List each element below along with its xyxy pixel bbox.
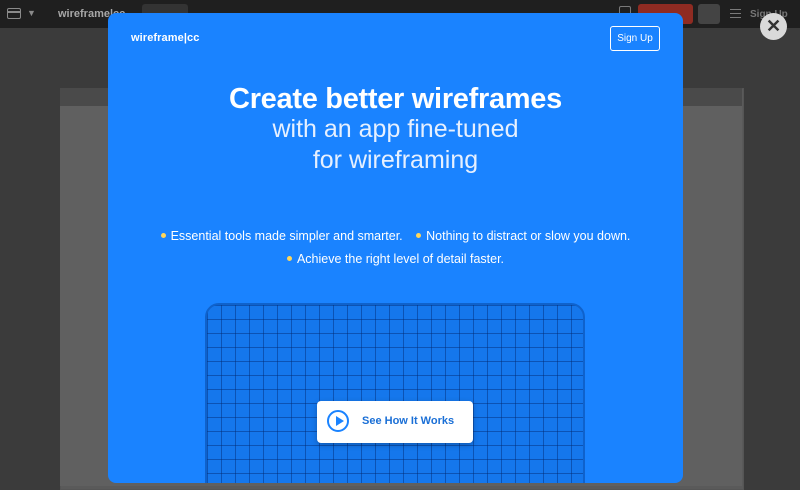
feature-item: Achieve the right level of detail faster… (286, 252, 504, 266)
feature-item: Nothing to distract or slow you down. (416, 229, 630, 243)
close-icon[interactable]: ✕ (760, 13, 787, 40)
window-icon[interactable] (7, 8, 21, 19)
modal-subheadline-1: with an app fine-tuned (272, 115, 519, 143)
menu-icon[interactable] (730, 9, 741, 18)
play-icon (327, 410, 349, 432)
bullet-dot-icon (286, 256, 292, 262)
chevron-down-icon[interactable]: ▼ (27, 8, 36, 18)
feature-list-row: Essential tools made simpler and smarter… (108, 229, 683, 243)
feature-item: Essential tools made simpler and smarter… (160, 229, 403, 243)
bullet-dot-icon (160, 233, 166, 239)
promo-modal: wireframe|cc Sign Up Create better wiref… (108, 13, 683, 483)
settings-button[interactable] (698, 4, 720, 24)
modal-subheadline-2: for wireframing (312, 146, 479, 174)
feature-list-row: Achieve the right level of detail faster… (108, 252, 683, 266)
see-how-it-works-label: See How It Works (362, 415, 455, 427)
see-how-it-works-button[interactable]: See How It Works (317, 401, 473, 443)
modal-logo: wireframe|cc (131, 32, 200, 44)
signup-button[interactable]: Sign Up (610, 26, 660, 51)
modal-headline: Create better wireframes (229, 83, 562, 115)
grid-preview (205, 303, 585, 483)
bullet-dot-icon (416, 233, 422, 239)
